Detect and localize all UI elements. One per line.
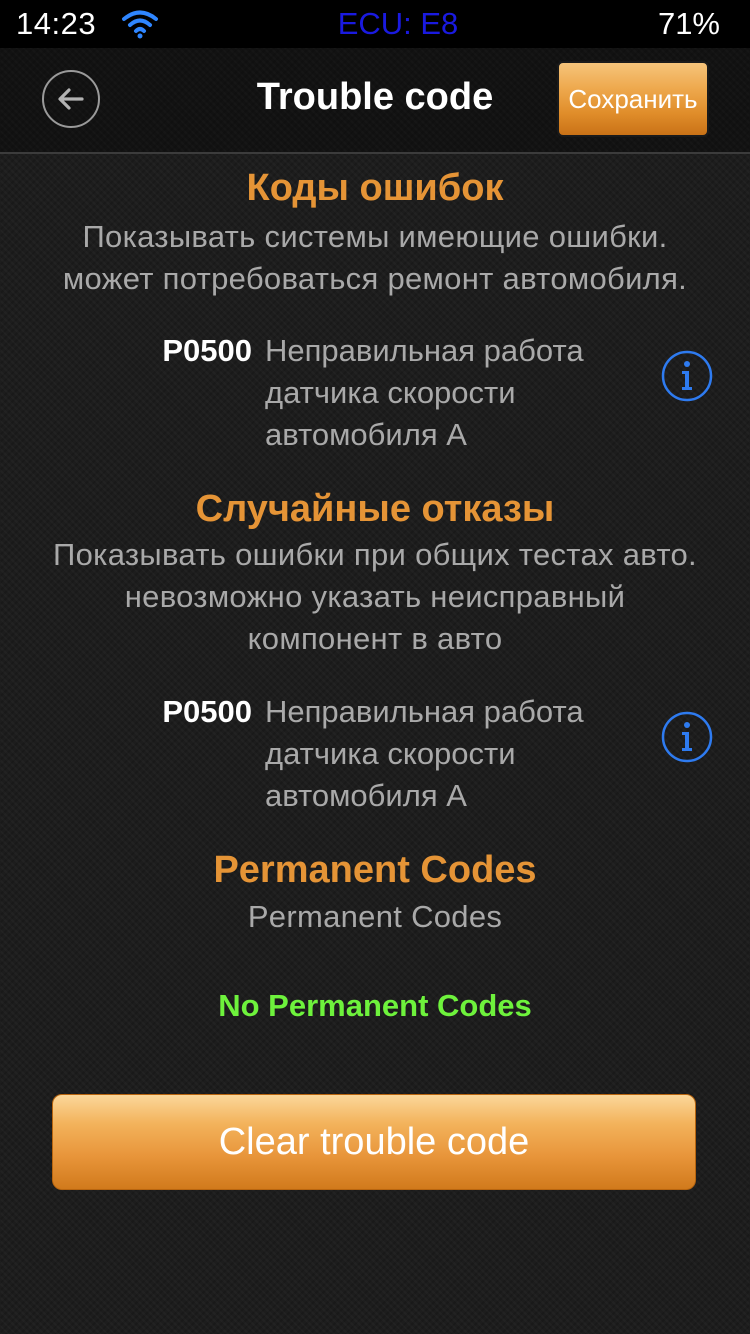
section-title-permanent-codes: Permanent Codes <box>213 849 537 891</box>
section-description: Показывать системы имеющие ошибки. может… <box>0 216 750 300</box>
section-description: Показывать ошибки при общих тестах авто.… <box>0 534 750 660</box>
save-button[interactable]: Сохранить <box>557 61 709 137</box>
status-bar: 14:23 ECU: E8 71% <box>0 0 750 48</box>
description-line: датчика скорости <box>265 375 516 410</box>
section-description: Permanent Codes <box>0 896 750 938</box>
info-icon[interactable] <box>661 350 713 402</box>
no-permanent-codes-message: No Permanent Codes <box>218 988 532 1023</box>
description-line: Permanent Codes <box>247 899 503 934</box>
battery-level: 71% <box>657 6 720 41</box>
description-line: невозможно указать неисправный <box>124 579 626 614</box>
description-line: может потребоваться ремонт автомобиля. <box>62 261 688 296</box>
trouble-code-row: P0500 Неправильная работа датчика скорос… <box>0 330 750 460</box>
nav-bar: Trouble code Сохранить <box>0 48 750 154</box>
trouble-code: P0500 <box>162 694 252 729</box>
section-title-trouble-codes: Коды ошибок <box>246 167 504 209</box>
description-line: Неправильная работа <box>265 694 584 729</box>
description-line: компонент в авто <box>247 621 503 656</box>
ecu-indicator: ECU: E8 <box>337 6 459 41</box>
trouble-code-description: Неправильная работа датчика скорости авт… <box>265 330 645 456</box>
clear-trouble-code-button[interactable]: Clear trouble code <box>52 1094 696 1190</box>
description-line: Неправильная работа <box>265 333 584 368</box>
description-line: Показывать системы имеющие ошибки. <box>82 219 668 254</box>
section-title-random-failures: Случайные отказы <box>195 488 555 530</box>
description-line: Показывать ошибки при общих тестах авто. <box>53 537 697 572</box>
trouble-code-description: Неправильная работа датчика скорости авт… <box>265 691 645 817</box>
description-line: датчика скорости <box>265 736 516 771</box>
description-line: автомобиля A <box>265 417 467 452</box>
info-icon[interactable] <box>661 711 713 763</box>
trouble-code-row: P0500 Неправильная работа датчика скорос… <box>0 691 750 821</box>
description-line: автомобиля A <box>265 778 467 813</box>
trouble-code: P0500 <box>162 333 252 368</box>
